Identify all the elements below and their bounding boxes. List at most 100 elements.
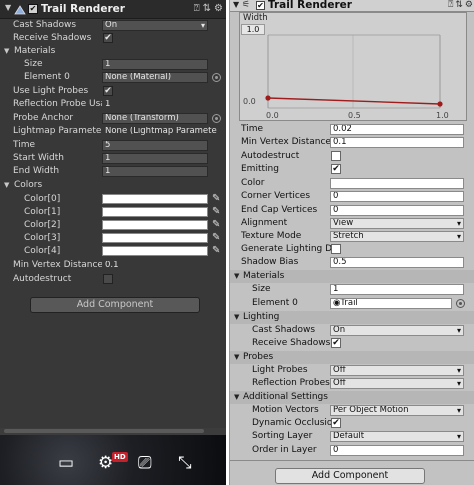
foldout-arrow-icon[interactable]: ▼ [234, 311, 239, 324]
light-probes-dropdown[interactable]: Off [330, 365, 464, 376]
color-swatch[interactable] [102, 233, 208, 243]
time-input[interactable]: 0.02 [330, 124, 464, 135]
gen-lighting-row: Generate Lighting Da [230, 243, 474, 256]
order-in-layer-input[interactable]: 0 [330, 445, 464, 456]
gradient-field[interactable] [330, 178, 464, 189]
curve-plot[interactable] [240, 13, 468, 122]
cast-shadows-dropdown[interactable]: On [102, 20, 208, 31]
help-icon[interactable]: ⍰ [448, 0, 453, 10]
time-label: Time [13, 140, 36, 150]
min-vertex-input[interactable]: 0.1 [102, 260, 208, 271]
reflection-probes-dropdown[interactable]: Off [330, 378, 464, 389]
cast-shadows-dropdown[interactable]: On [330, 325, 464, 336]
gen-lighting-label: Generate Lighting Da [241, 244, 333, 254]
eyedropper-icon[interactable]: ✎ [212, 245, 220, 256]
eyedropper-icon[interactable]: ✎ [212, 232, 220, 243]
probes-foldout[interactable]: ▼ Probes [230, 351, 474, 364]
lightmap-params-field[interactable]: None (Lightmap Paramete [102, 126, 222, 137]
shadow-bias-row: Shadow Bias 0.5 [230, 256, 474, 269]
eyedropper-icon[interactable]: ✎ [212, 193, 220, 204]
corner-vertices-input[interactable]: 0 [330, 191, 464, 202]
object-picker-icon[interactable] [212, 114, 221, 123]
enabled-checkbox[interactable]: ✔ [28, 4, 38, 14]
eyedropper-icon[interactable]: ✎ [212, 206, 220, 217]
receive-shadows-checkbox[interactable]: ✔ [331, 338, 341, 348]
materials-foldout[interactable]: ▼ Materials [230, 270, 474, 283]
receive-shadows-row: Receive Shadows ✔ [230, 337, 474, 350]
cast-icon[interactable]: ⎚ [138, 455, 152, 472]
receive-shadows-checkbox[interactable]: ✔ [103, 33, 113, 43]
dynamic-occlusion-checkbox[interactable]: ✔ [331, 418, 341, 428]
component-header[interactable]: ▼ ✔ Trail Renderer ⍰ ⇅ ⚙ [0, 0, 226, 19]
materials-label: Materials [14, 46, 56, 56]
foldout-arrow-icon[interactable]: ▼ [4, 45, 9, 58]
eyedropper-icon[interactable]: ✎ [212, 219, 220, 230]
probe-anchor-field[interactable]: None (Transform) [102, 113, 208, 124]
alignment-dropdown[interactable]: View [330, 218, 464, 229]
help-icon[interactable]: ⍰ [194, 3, 200, 14]
colors-foldout[interactable]: ▼ Colors [0, 179, 226, 192]
min-vertex-input[interactable]: 0.1 [330, 137, 464, 148]
horizontal-scrollbar[interactable] [0, 428, 226, 435]
color-swatch[interactable] [102, 194, 208, 204]
foldout-arrow-icon[interactable]: ▼ [234, 270, 239, 283]
emitting-checkbox[interactable]: ✔ [331, 164, 341, 174]
settings-icon[interactable]: ⚙ [98, 455, 113, 472]
element0-field[interactable]: None (Material) [102, 72, 208, 83]
foldout-arrow-icon[interactable]: ▼ [234, 351, 239, 364]
subtitles-icon[interactable]: ▭ [58, 455, 74, 472]
start-width-row: Start Width 1 [0, 152, 226, 165]
add-component-button[interactable]: Add Component [30, 297, 200, 313]
time-input[interactable]: 5 [102, 140, 208, 151]
foldout-arrow-icon[interactable]: ▼ [5, 3, 11, 12]
color-label: Color [241, 178, 265, 188]
object-picker-icon[interactable] [456, 299, 465, 308]
gen-lighting-checkbox[interactable] [331, 244, 341, 254]
foldout-arrow-icon[interactable]: ▼ [4, 179, 9, 192]
sorting-layer-dropdown[interactable]: Default [330, 431, 464, 442]
color-swatch[interactable] [102, 207, 208, 217]
texture-mode-dropdown[interactable]: Stretch [330, 231, 464, 242]
receive-shadows-label: Receive Shadows [13, 33, 92, 43]
element0-field[interactable]: ◉Trail [330, 298, 452, 309]
add-component-button[interactable]: Add Component [275, 468, 425, 484]
color-swatch[interactable] [102, 246, 208, 256]
preset-icon[interactable]: ⇅ [203, 3, 211, 14]
materials-foldout[interactable]: ▼ Materials [0, 45, 226, 58]
alignment-label: Alignment [241, 218, 288, 228]
autodestruct-checkbox[interactable] [331, 151, 341, 161]
width-curve-editor[interactable]: Width 1.0 0.0 0.0 0.5 1.0 [239, 12, 467, 121]
preset-icon[interactable]: ⇅ [455, 0, 463, 10]
foldout-arrow-icon[interactable]: ▼ [234, 391, 239, 404]
use-light-probes-checkbox[interactable]: ✔ [103, 86, 113, 96]
emitting-label: Emitting [241, 164, 279, 174]
autodestruct-checkbox[interactable] [103, 274, 113, 284]
colors-label: Colors [14, 180, 43, 190]
fullscreen-exit-icon[interactable]: ⤡ [178, 455, 192, 472]
gear-icon[interactable]: ⚙ [214, 3, 223, 14]
foldout-arrow-icon[interactable]: ▼ [233, 0, 239, 9]
size-input[interactable]: 1 [102, 59, 208, 70]
enabled-checkbox[interactable]: ✔ [256, 1, 265, 10]
component-header[interactable]: ▼ ⚟ ✔ Trail Renderer ⍰ ⇅ ⚙ [230, 0, 474, 12]
object-picker-icon[interactable] [212, 73, 221, 82]
reflection-probe-label: Reflection Probe Usa [13, 99, 103, 109]
size-input[interactable]: 1 [330, 284, 464, 295]
gear-icon[interactable]: ⚙ [465, 0, 473, 10]
color-label: Color[1] [24, 207, 61, 217]
component-title: Trail Renderer [268, 0, 352, 11]
element0-label: Element 0 [24, 72, 70, 82]
lighting-foldout[interactable]: ▼ Lighting [230, 311, 474, 324]
motion-vectors-dropdown[interactable]: Per Object Motion [330, 405, 464, 416]
autodestruct-label: Autodestruct [241, 151, 300, 161]
color-swatch[interactable] [102, 220, 208, 230]
autodestruct-label: Autodestruct [13, 274, 72, 284]
autodestruct-row: Autodestruct [230, 150, 474, 163]
additional-settings-foldout[interactable]: ▼ Additional Settings [230, 391, 474, 404]
shadow-bias-input[interactable]: 0.5 [330, 257, 464, 268]
end-width-input[interactable]: 1 [102, 166, 208, 177]
end-cap-input[interactable]: 0 [330, 205, 464, 216]
start-width-input[interactable]: 1 [102, 153, 208, 164]
reflection-probe-value[interactable]: 1 [102, 99, 208, 110]
scrollbar-thumb[interactable] [4, 429, 204, 433]
